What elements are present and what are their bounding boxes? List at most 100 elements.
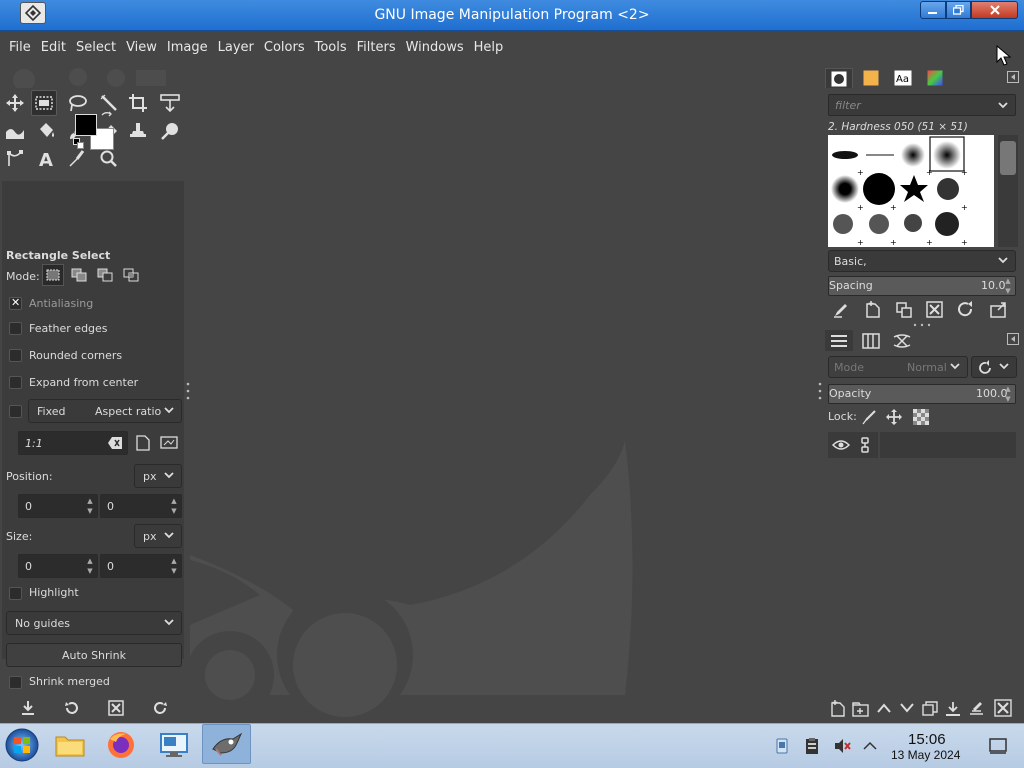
- size-unit-dropdown[interactable]: px: [134, 524, 182, 548]
- edit-brush-icon[interactable]: [833, 302, 849, 321]
- warp-transform-tool-icon[interactable]: [2, 118, 28, 144]
- new-layer-group-icon[interactable]: [852, 700, 869, 720]
- maximize-button[interactable]: [946, 1, 971, 19]
- position-y-input[interactable]: 0 ▲ ▼: [100, 494, 182, 518]
- crop-tool-icon[interactable]: [125, 90, 151, 116]
- menu-select[interactable]: Select: [71, 31, 121, 65]
- size-height-input[interactable]: 0 ▲ ▼: [100, 554, 182, 578]
- spacing-slider[interactable]: Spacing 10.0 ▲ ▼: [828, 276, 1016, 296]
- mode-replace-button[interactable]: [42, 264, 64, 286]
- paths-tool-icon[interactable]: [2, 146, 28, 172]
- default-colors-icon[interactable]: [73, 138, 85, 153]
- menu-image[interactable]: Image: [162, 31, 213, 65]
- notifications-icon[interactable]: [989, 737, 1007, 755]
- foreground-color-swatch[interactable]: [75, 114, 97, 136]
- menu-view[interactable]: View: [121, 31, 162, 65]
- clone-tool-icon[interactable]: [125, 118, 151, 144]
- text-tool-icon[interactable]: A: [33, 146, 59, 172]
- menu-layer[interactable]: Layer: [213, 31, 259, 65]
- clock-time[interactable]: 15:06: [908, 731, 946, 748]
- close-button[interactable]: [971, 1, 1018, 19]
- position-unit-dropdown[interactable]: px: [134, 464, 182, 488]
- lock-pixels-icon[interactable]: [861, 409, 877, 428]
- decrement-icon[interactable]: ▼: [85, 566, 95, 576]
- increment-icon[interactable]: ▲: [85, 556, 95, 566]
- volume-muted-icon[interactable]: [833, 737, 851, 755]
- remote-desktop-taskbar-icon[interactable]: [152, 725, 196, 765]
- bucket-fill-tool-icon[interactable]: [33, 118, 59, 144]
- brush-tag-dropdown[interactable]: Basic,: [828, 250, 1016, 272]
- panel-menu-icon[interactable]: [1007, 71, 1019, 86]
- brush-filter-input[interactable]: filter: [828, 94, 1016, 116]
- delete-tool-preset-icon[interactable]: [105, 698, 127, 718]
- tab-layers[interactable]: [825, 330, 853, 351]
- gimp-taskbar-button[interactable]: [202, 724, 251, 764]
- menu-colors[interactable]: Colors: [259, 31, 310, 65]
- reset-tool-options-icon[interactable]: [149, 698, 171, 718]
- opacity-slider[interactable]: Opacity 100.0 ▲ ▼: [828, 384, 1016, 404]
- increment-icon[interactable]: ▲: [169, 556, 179, 566]
- aspect-ratio-field[interactable]: 1:1: [18, 431, 128, 455]
- menu-filters[interactable]: Filters: [352, 31, 401, 65]
- fixed-checkbox[interactable]: [9, 405, 22, 418]
- lock-position-icon[interactable]: [886, 409, 902, 428]
- refresh-brushes-icon[interactable]: [957, 301, 974, 321]
- rounded-corners-checkbox[interactable]: [9, 349, 22, 362]
- file-explorer-taskbar-icon[interactable]: [48, 725, 92, 765]
- firefox-taskbar-icon[interactable]: [99, 725, 143, 765]
- canvas-area[interactable]: [190, 65, 820, 723]
- antialiasing-checkbox[interactable]: [9, 296, 22, 310]
- decrement-icon[interactable]: ▼: [1003, 394, 1013, 404]
- unified-transform-tool-icon[interactable]: [157, 90, 183, 116]
- landscape-icon[interactable]: [160, 436, 178, 453]
- tab-brushes[interactable]: [825, 68, 853, 88]
- tab-gradients[interactable]: [921, 68, 949, 88]
- new-brush-icon[interactable]: [865, 301, 881, 321]
- clock-date[interactable]: 13 May 2024: [891, 748, 960, 762]
- menu-help[interactable]: Help: [469, 31, 509, 65]
- tab-channels[interactable]: [857, 330, 885, 351]
- decrement-icon[interactable]: ▼: [1003, 286, 1013, 296]
- delete-brush-icon[interactable]: [926, 301, 943, 321]
- portrait-icon[interactable]: [136, 435, 150, 454]
- mode-add-button[interactable]: [68, 264, 90, 286]
- panel-menu-icon[interactable]: [1007, 333, 1019, 348]
- tab-fonts[interactable]: Aa: [889, 68, 917, 88]
- move-tool-icon[interactable]: [2, 90, 28, 116]
- chain-link-icon[interactable]: [859, 437, 871, 456]
- mode-subtract-button[interactable]: [94, 264, 116, 286]
- duplicate-layer-icon[interactable]: [922, 701, 938, 720]
- clipboard-tray-icon[interactable]: [803, 737, 821, 755]
- increment-icon[interactable]: ▲: [169, 496, 179, 506]
- dock-separator-handle[interactable]: [912, 323, 932, 327]
- menu-file[interactable]: File: [4, 31, 36, 65]
- chevron-down-icon[interactable]: [997, 99, 1009, 114]
- visibility-eye-icon[interactable]: [831, 438, 851, 455]
- shrink-merged-checkbox[interactable]: [9, 676, 22, 689]
- lower-layer-icon[interactable]: [900, 702, 914, 717]
- start-button[interactable]: [0, 725, 44, 765]
- rectangle-select-tool-icon[interactable]: [31, 90, 57, 116]
- tab-patterns[interactable]: [857, 68, 885, 88]
- layers-list-header[interactable]: [828, 432, 1016, 458]
- layer-mode-dropdown[interactable]: Mode Normal: [828, 356, 968, 378]
- show-hidden-icons-chevron-up-icon[interactable]: [861, 737, 879, 755]
- lock-alpha-icon[interactable]: [913, 409, 929, 428]
- tab-paths[interactable]: [888, 330, 916, 351]
- increment-icon[interactable]: ▲: [1003, 384, 1013, 394]
- merge-layer-icon[interactable]: [945, 701, 961, 720]
- free-select-tool-icon[interactable]: [64, 90, 90, 116]
- layer-mask-icon[interactable]: [968, 700, 985, 720]
- expand-from-center-checkbox[interactable]: [9, 376, 22, 389]
- mode-intersect-button[interactable]: [120, 264, 142, 286]
- highlight-checkbox[interactable]: [9, 587, 22, 600]
- increment-icon[interactable]: ▲: [85, 496, 95, 506]
- decrement-icon[interactable]: ▼: [85, 506, 95, 516]
- decrement-icon[interactable]: ▼: [169, 566, 179, 576]
- raise-layer-icon[interactable]: [877, 702, 891, 717]
- guides-dropdown[interactable]: No guides: [6, 611, 182, 635]
- clear-field-icon[interactable]: [107, 436, 123, 453]
- new-layer-icon[interactable]: [830, 700, 846, 720]
- duplicate-brush-icon[interactable]: [896, 302, 912, 321]
- increment-icon[interactable]: ▲: [1003, 276, 1013, 286]
